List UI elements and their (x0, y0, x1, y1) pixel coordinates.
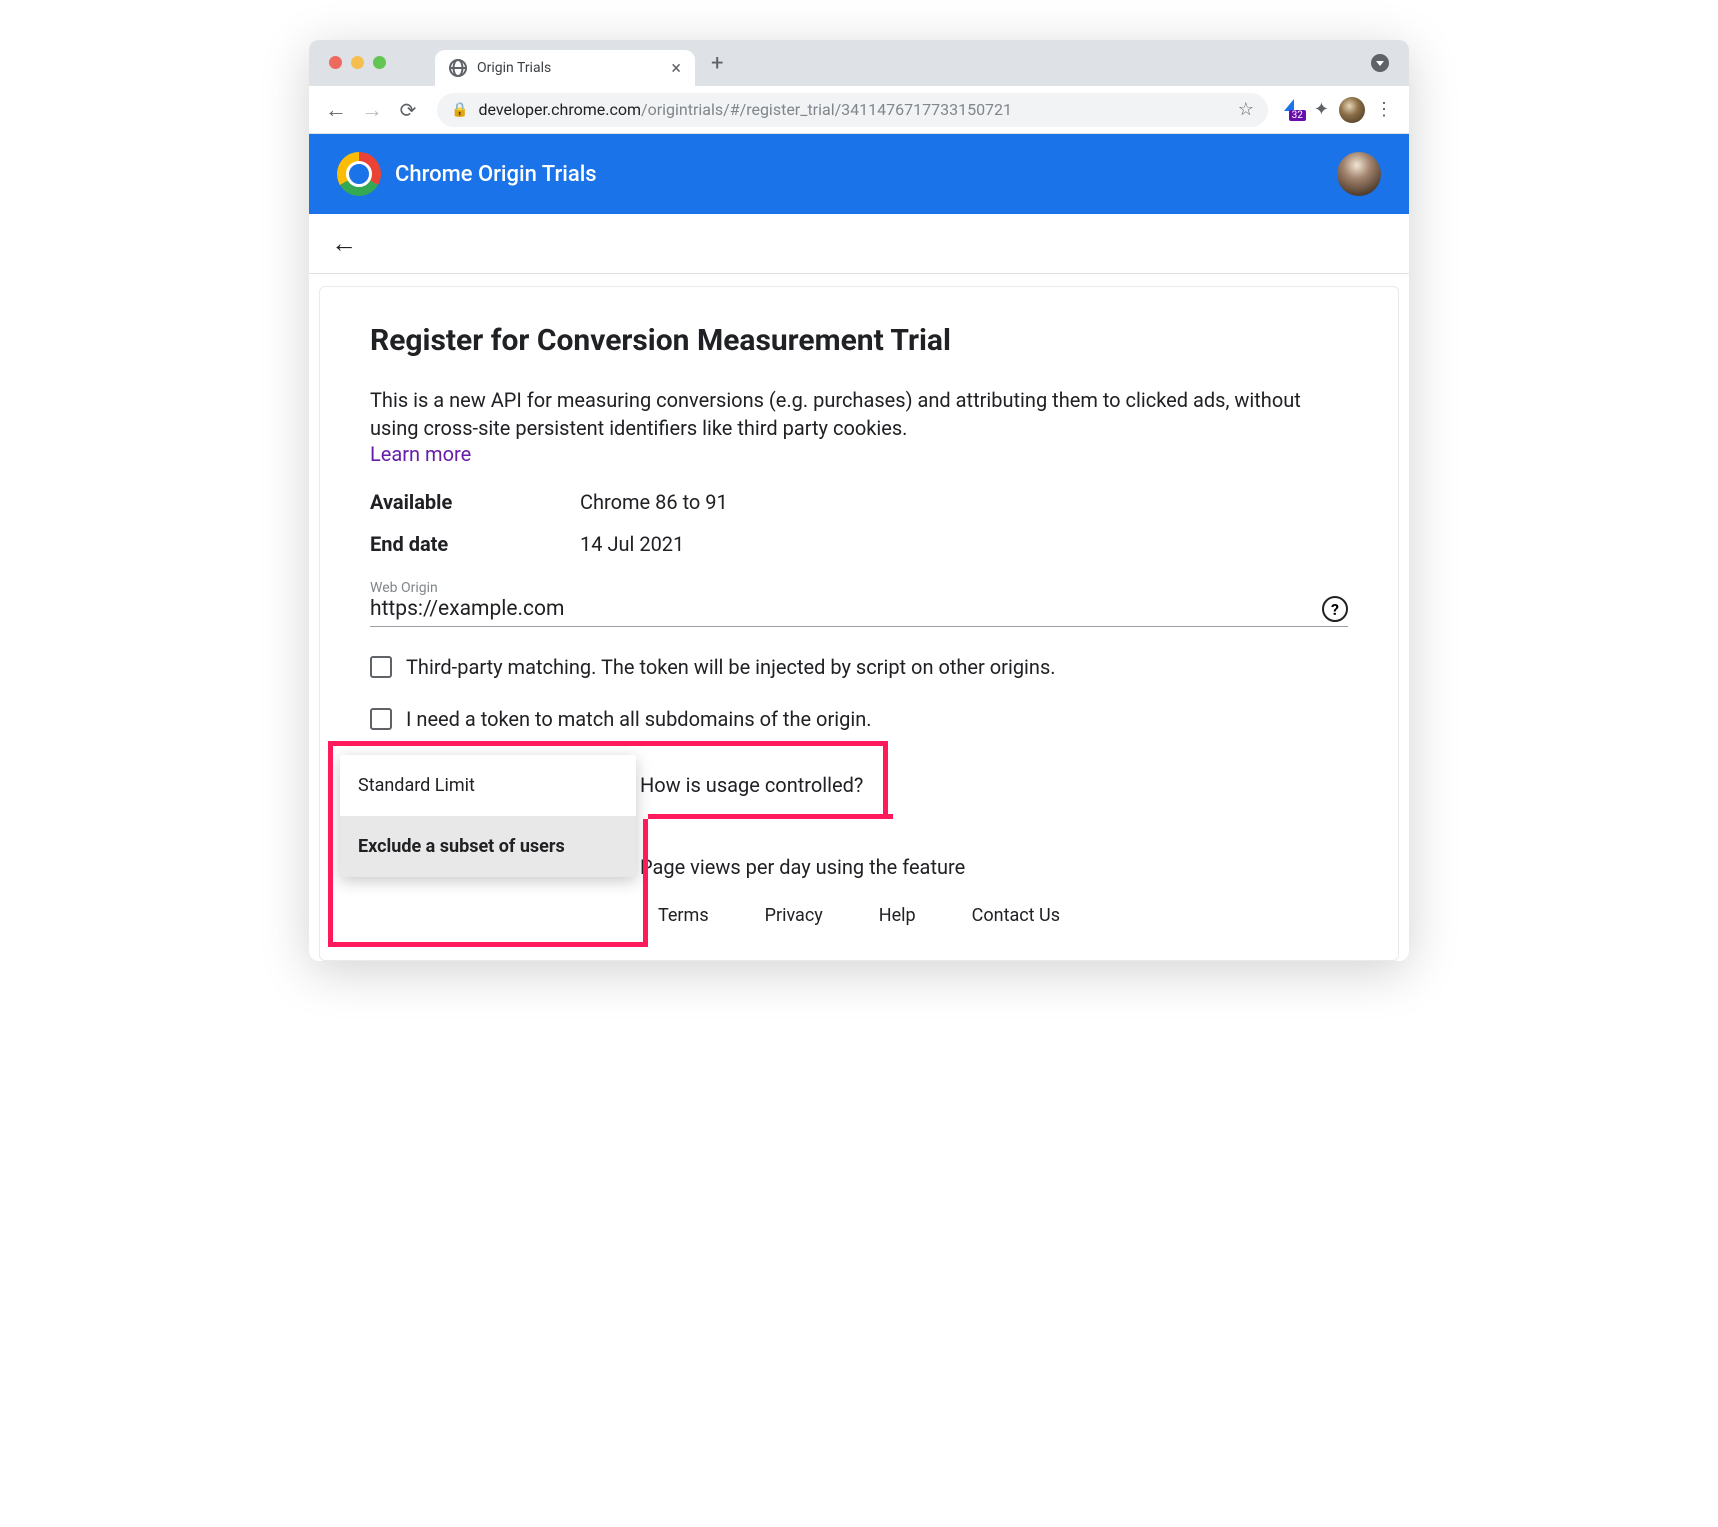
maximize-window-button[interactable] (373, 56, 386, 69)
checkbox-subdomains[interactable]: I need a token to match all subdomains o… (370, 707, 1348, 731)
reload-button[interactable]: ⟳ (393, 95, 423, 125)
address-bar[interactable]: 🔒 developer.chrome.com/origintrials/#/re… (437, 93, 1268, 127)
close-window-button[interactable] (329, 56, 342, 69)
extension-badge[interactable]: 32 (1282, 101, 1304, 119)
lock-icon: 🔒 (451, 102, 468, 118)
footer-terms[interactable]: Terms (658, 905, 709, 926)
info-row-available: Available Chrome 86 to 91 (370, 490, 1348, 514)
footer-help[interactable]: Help (879, 905, 916, 926)
back-button[interactable]: ← (321, 95, 351, 125)
new-tab-button[interactable]: + (711, 51, 723, 76)
profile-avatar-small[interactable] (1339, 97, 1365, 123)
tab-title: Origin Trials (477, 60, 551, 76)
end-date-label: End date (370, 532, 580, 556)
url-host: developer.chrome.com (478, 100, 641, 119)
app-header: Chrome Origin Trials (309, 134, 1409, 214)
help-icon[interactable]: ? (1322, 596, 1348, 622)
footer-privacy[interactable]: Privacy (765, 905, 823, 926)
annotation-highlight (648, 814, 893, 819)
web-origin-input[interactable]: https://example.com (370, 597, 1322, 621)
chrome-menu-button[interactable]: ⋮ (1375, 99, 1391, 120)
browser-toolbar: ← → ⟳ 🔒 developer.chrome.com/origintrial… (309, 86, 1409, 134)
browser-tab[interactable]: Origin Trials × (435, 50, 695, 86)
checkbox-subdomains-label: I need a token to match all subdomains o… (406, 707, 872, 731)
extension-flag-icon (1284, 99, 1294, 111)
info-row-end-date: End date 14 Jul 2021 (370, 532, 1348, 556)
checkbox-icon[interactable] (370, 708, 392, 730)
globe-icon (449, 59, 467, 77)
checkbox-third-party[interactable]: Third-party matching. The token will be … (370, 655, 1348, 679)
forward-button[interactable]: → (357, 95, 387, 125)
dropdown-option-standard[interactable]: Standard Limit (340, 755, 636, 816)
learn-more-link[interactable]: Learn more (370, 442, 471, 466)
end-date-value: 14 Jul 2021 (580, 532, 684, 556)
url-path: /origintrials/#/register_trial/341147671… (641, 100, 1012, 119)
bookmark-star-icon[interactable]: ☆ (1238, 99, 1254, 120)
tab-strip: Origin Trials × + (309, 40, 1409, 86)
web-origin-label: Web Origin (370, 580, 1348, 596)
dropdown-option-exclude[interactable]: Exclude a subset of users (340, 816, 636, 877)
subheader: ← (309, 214, 1409, 274)
web-origin-field: Web Origin https://example.com ? (370, 580, 1348, 627)
page-description: This is a new API for measuring conversi… (370, 386, 1348, 442)
usage-subtext: Page views per day using the feature (640, 855, 1348, 879)
available-value: Chrome 86 to 91 (580, 490, 728, 514)
chrome-logo-icon (337, 152, 381, 196)
content-card: Register for Conversion Measurement Tria… (319, 286, 1399, 961)
available-label: Available (370, 490, 580, 514)
checkbox-icon[interactable] (370, 656, 392, 678)
usage-restriction-area: How is usage controlled? Standard Limit … (370, 773, 1348, 879)
page-title: Register for Conversion Measurement Tria… (370, 323, 1348, 358)
usage-question-link[interactable]: How is usage controlled? (640, 773, 1348, 797)
extension-badge-count: 32 (1289, 110, 1306, 121)
page-back-button[interactable]: ← (331, 228, 357, 259)
close-tab-button[interactable]: × (671, 58, 681, 79)
tab-search-button[interactable] (1371, 54, 1389, 72)
profile-avatar-large[interactable] (1337, 152, 1381, 196)
minimize-window-button[interactable] (351, 56, 364, 69)
footer-contact[interactable]: Contact Us (972, 905, 1060, 926)
app-header-title: Chrome Origin Trials (395, 162, 597, 187)
info-table: Available Chrome 86 to 91 End date 14 Ju… (370, 490, 1348, 556)
extension-area: 32 ✦ ⋮ (1282, 97, 1397, 123)
checkbox-third-party-label: Third-party matching. The token will be … (406, 655, 1056, 679)
extensions-puzzle-icon[interactable]: ✦ (1314, 99, 1329, 120)
footer-links: Terms Privacy Help Contact Us (370, 879, 1348, 940)
browser-window: Origin Trials × + ← → ⟳ 🔒 developer.chro… (309, 40, 1409, 961)
usage-dropdown[interactable]: Standard Limit Exclude a subset of users (340, 755, 636, 877)
window-controls (329, 56, 386, 69)
